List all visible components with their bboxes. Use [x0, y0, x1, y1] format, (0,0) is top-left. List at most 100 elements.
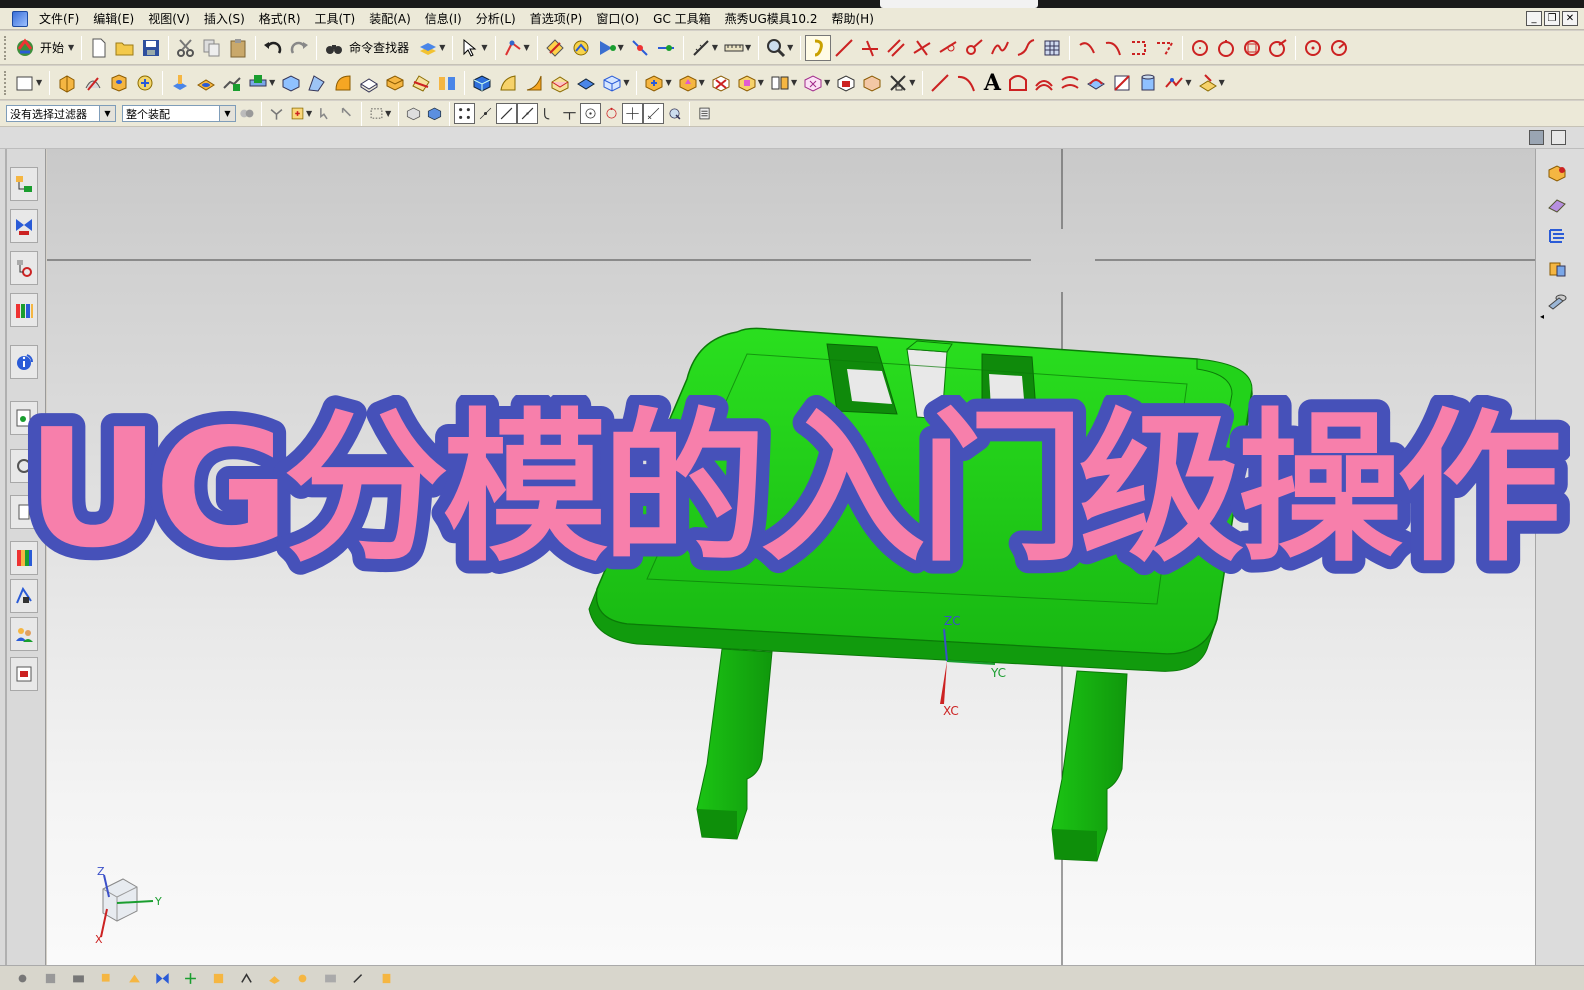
chevron-down-icon[interactable]: ▼ — [699, 78, 705, 87]
revolve-icon[interactable] — [80, 70, 106, 96]
line-icon[interactable] — [831, 35, 857, 61]
undo-icon[interactable] — [260, 35, 286, 61]
circle-square-icon[interactable] — [1239, 35, 1265, 61]
chevron-down-icon[interactable]: ▼ — [665, 78, 671, 87]
graphics-window[interactable]: ZC YC XC Z Y X — [47, 149, 1535, 965]
collapse-arrow-icon[interactable]: ◂ — [1540, 312, 1544, 321]
command-finder-button[interactable]: 命令查找器 — [349, 39, 409, 56]
parallel-line-icon[interactable] — [883, 35, 909, 61]
box-outline-icon[interactable] — [859, 70, 885, 96]
menu-file[interactable]: 文件(F) — [32, 8, 86, 30]
chevron-down-icon[interactable]: ▼ — [745, 43, 751, 52]
shell-icon[interactable] — [356, 70, 382, 96]
chamfer-icon[interactable] — [304, 70, 330, 96]
thicken-icon[interactable] — [573, 70, 599, 96]
project-curve-icon[interactable] — [1057, 70, 1083, 96]
extract-curve-icon[interactable] — [1109, 70, 1135, 96]
datum-plane-icon[interactable] — [1195, 70, 1221, 96]
cut-icon[interactable] — [173, 35, 199, 61]
cad-model[interactable] — [588, 327, 1253, 862]
chevron-down-icon[interactable]: ▼ — [1185, 78, 1191, 87]
menu-yanxiu-mold[interactable]: 燕秀UG模具10.2 — [718, 8, 825, 30]
menu-info[interactable]: 信息(I) — [418, 8, 469, 30]
redo-icon[interactable] — [286, 35, 312, 61]
layer-icon[interactable] — [415, 35, 441, 61]
rectangle-icon[interactable] — [1126, 35, 1152, 61]
circle-center-icon[interactable] — [1300, 35, 1326, 61]
menu-window[interactable]: 窗口(O) — [589, 8, 646, 30]
selection-scope-select[interactable]: 整个装配 ▼ — [122, 105, 236, 122]
draft-icon[interactable] — [382, 70, 408, 96]
open-folder-icon[interactable] — [112, 35, 138, 61]
status-tool-b-icon[interactable] — [38, 967, 62, 989]
status-tool-i-icon[interactable] — [234, 967, 258, 989]
circle-point-icon[interactable] — [1213, 35, 1239, 61]
status-tool-k-icon[interactable] — [290, 967, 314, 989]
copy-icon[interactable] — [199, 35, 225, 61]
chevron-down-icon[interactable]: ▼ — [824, 78, 830, 87]
snap-icon-b[interactable] — [653, 35, 679, 61]
menu-format[interactable]: 格式(R) — [252, 8, 308, 30]
cube-blue-icon[interactable] — [469, 70, 495, 96]
menu-insert[interactable]: 插入(S) — [197, 8, 252, 30]
snap-tangent-icon[interactable] — [643, 103, 665, 124]
block-icon[interactable] — [278, 70, 304, 96]
angle-line-icon[interactable] — [857, 35, 883, 61]
roles-icon[interactable] — [10, 617, 38, 651]
pencil-diamond-icon[interactable] — [542, 35, 568, 61]
subtract-icon[interactable] — [675, 70, 701, 96]
status-tool-e-icon[interactable] — [122, 967, 146, 989]
circle-tangent-icon[interactable] — [1265, 35, 1291, 61]
system-material-icon[interactable] — [10, 495, 38, 529]
grid-icon[interactable] — [1039, 35, 1065, 61]
select-cursor-icon[interactable] — [457, 35, 483, 61]
snap-line-icon[interactable] — [517, 103, 539, 124]
menu-view[interactable]: 视图(V) — [141, 8, 197, 30]
chevron-down-icon[interactable]: ▼ — [787, 43, 793, 52]
chevron-down-icon[interactable]: ▼ — [385, 109, 391, 118]
chevron-down-icon[interactable]: ▼ — [524, 43, 530, 52]
chevron-down-icon[interactable]: ▼ — [791, 78, 797, 87]
start-button[interactable]: 开始 — [40, 39, 64, 56]
point-list-icon[interactable] — [694, 103, 715, 124]
surface-icon[interactable] — [1542, 191, 1572, 219]
line-tool-icon[interactable] — [927, 70, 953, 96]
maximize-view-icon[interactable] — [1551, 130, 1566, 145]
perpendicular-icon[interactable] — [909, 35, 935, 61]
snap-control-icon[interactable] — [475, 103, 496, 124]
emboss-icon[interactable] — [833, 70, 859, 96]
snap-perpendicular-icon[interactable] — [559, 103, 580, 124]
status-tool-h-icon[interactable] — [206, 967, 230, 989]
web-browser-icon[interactable] — [10, 401, 38, 435]
snap-quadrant-icon[interactable] — [601, 103, 622, 124]
status-tool-f-icon[interactable] — [150, 967, 174, 989]
circle-icon[interactable] — [1187, 35, 1213, 61]
close-icon[interactable]: ✕ — [1562, 11, 1578, 26]
solid-body-icon[interactable] — [403, 103, 424, 124]
wireframe-cube-icon[interactable] — [599, 70, 625, 96]
reuse-library-icon[interactable] — [10, 293, 38, 327]
binoculars-icon[interactable] — [321, 35, 347, 61]
spline-icon[interactable] — [987, 35, 1013, 61]
hole-icon[interactable] — [106, 70, 132, 96]
extrude-icon[interactable] — [54, 70, 80, 96]
menu-tools[interactable]: 工具(T) — [308, 8, 363, 30]
status-tool-a-icon[interactable] — [10, 967, 34, 989]
tangent-line-icon[interactable] — [935, 35, 961, 61]
chevron-down-icon[interactable]: ▼ — [758, 78, 764, 87]
system-scenes-icon[interactable] — [10, 657, 38, 691]
snap-center-icon[interactable] — [580, 103, 602, 124]
chevron-down-icon[interactable]: ▼ — [909, 78, 915, 87]
split-body-icon[interactable] — [434, 70, 460, 96]
constraint-navigator-icon[interactable] — [10, 209, 38, 243]
snap-face-icon[interactable] — [664, 103, 685, 124]
trim-body-icon[interactable] — [408, 70, 434, 96]
selection-filter-select[interactable]: 没有选择过滤器 ▼ — [6, 105, 116, 122]
arrow-pick-icon[interactable] — [315, 103, 336, 124]
chevron-down-icon[interactable]: ▼ — [481, 43, 487, 52]
edge-blend-icon[interactable] — [521, 70, 547, 96]
patch-icon[interactable] — [734, 70, 760, 96]
groove-icon[interactable] — [245, 70, 271, 96]
ruler-icon[interactable] — [721, 35, 747, 61]
chevron-down-icon[interactable]: ▼ — [1219, 78, 1225, 87]
